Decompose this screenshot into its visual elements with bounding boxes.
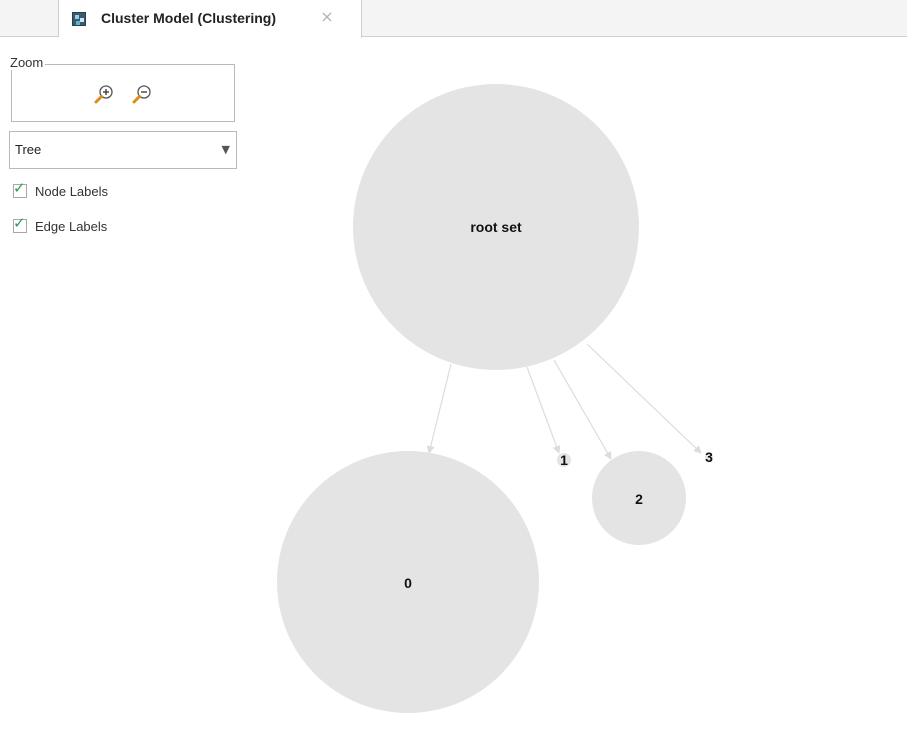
node-root-set[interactable]: root set — [353, 84, 639, 370]
edge-root-2 — [553, 359, 612, 460]
edge-labels-label: Edge Labels — [35, 219, 108, 234]
chevron-down-icon: ▼ — [221, 143, 230, 156]
layout-select[interactable]: Tree ▼ — [9, 131, 237, 169]
checkmark-icon: ✓ — [13, 179, 26, 197]
tab-cluster-model[interactable]: Cluster Model (Clustering) × — [59, 0, 362, 38]
tab-placeholder[interactable] — [0, 0, 59, 37]
zoom-in-icon[interactable] — [94, 84, 114, 106]
edge-root-1 — [526, 366, 561, 454]
node-cluster-1-label: 1 — [560, 452, 568, 468]
node-cluster-2[interactable]: 2 — [592, 451, 686, 545]
node-labels-label: Node Labels — [35, 184, 108, 199]
zoom-out-icon[interactable] — [132, 84, 152, 106]
node-cluster-0-label: 0 — [404, 575, 412, 591]
node-cluster-3[interactable]: 3 — [705, 449, 713, 465]
tab-title: Cluster Model (Clustering) — [101, 10, 277, 26]
zoom-legend: Zoom — [8, 55, 46, 70]
node-cluster-2-label: 2 — [635, 491, 643, 507]
checkmark-icon: ✓ — [13, 214, 26, 232]
node-cluster-3-label: 3 — [705, 449, 713, 465]
layout-select-value: Tree — [15, 142, 42, 157]
edge-root-0 — [426, 363, 452, 454]
node-cluster-0[interactable]: 0 — [277, 451, 539, 713]
close-icon[interactable]: × — [319, 9, 335, 25]
cluster-model-icon — [72, 12, 86, 26]
node-root-set-label: root set — [470, 219, 522, 235]
zoom-group — [11, 64, 235, 122]
left-panel: Zoom Tree ▼ ✓ Node Labels ✓ Edge Labels — [0, 38, 245, 738]
edge-root-3 — [586, 343, 702, 454]
node-cluster-1[interactable]: 1 — [557, 452, 571, 468]
tab-bar: Cluster Model (Clustering) × — [0, 0, 907, 38]
